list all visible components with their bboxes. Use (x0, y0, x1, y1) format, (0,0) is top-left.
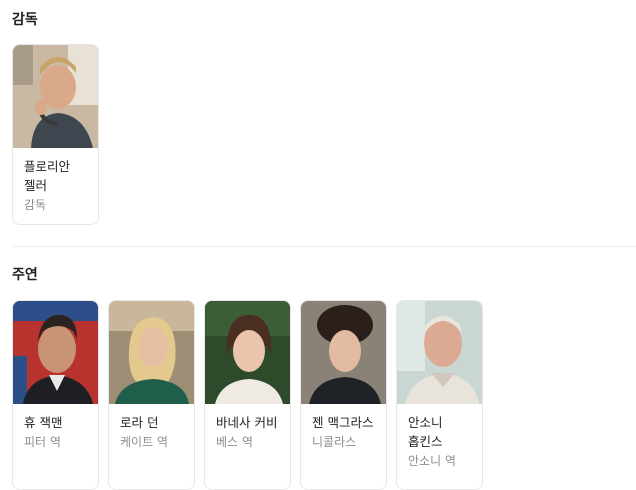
person-name: 젠 맥그라스 (312, 415, 374, 430)
person-photo (13, 45, 98, 148)
person-role: 니콜라스 (312, 435, 357, 449)
person-name: 바네사 커비 (216, 415, 278, 430)
person-photo (301, 301, 386, 404)
section-title-cast: 주연 (12, 267, 38, 283)
person-name: 휴 잭맨 (24, 415, 63, 430)
person-card-florian-zeller[interactable]: 플로리안 젤러 감독 (12, 44, 99, 225)
person-card-vanessa-kirby[interactable]: 바네사 커비 베스 역 (204, 300, 291, 490)
section-title-director: 감독 (12, 12, 38, 28)
person-photo (397, 301, 482, 404)
person-name: 로라 던 (120, 415, 159, 430)
person-card-laura-dern[interactable]: 로라 던 케이트 역 (108, 300, 195, 490)
person-role: 케이트 역 (120, 435, 168, 449)
person-role: 안소니 역 (408, 454, 456, 468)
cast-card-row: 휴 잭맨 피터 역 로라 던 케이트 역 바네사 커비 베스 역 젠 맥그라스 … (12, 300, 483, 490)
person-card-anthony-hopkins[interactable]: 안소니 홉킨스 안소니 역 (396, 300, 483, 490)
person-photo (13, 301, 98, 404)
person-role: 피터 역 (24, 435, 61, 449)
person-photo (205, 301, 290, 404)
person-card-zen-mcgrath[interactable]: 젠 맥그라스 니콜라스 (300, 300, 387, 490)
person-name: 플로리안 젤러 (24, 159, 71, 193)
person-card-hugh-jackman[interactable]: 휴 잭맨 피터 역 (12, 300, 99, 490)
person-name: 안소니 홉킨스 (408, 415, 443, 449)
person-photo (109, 301, 194, 404)
person-role: 감독 (24, 198, 47, 212)
director-card-row: 플로리안 젤러 감독 (12, 44, 99, 225)
section-divider (12, 246, 636, 247)
person-role: 베스 역 (216, 435, 253, 449)
